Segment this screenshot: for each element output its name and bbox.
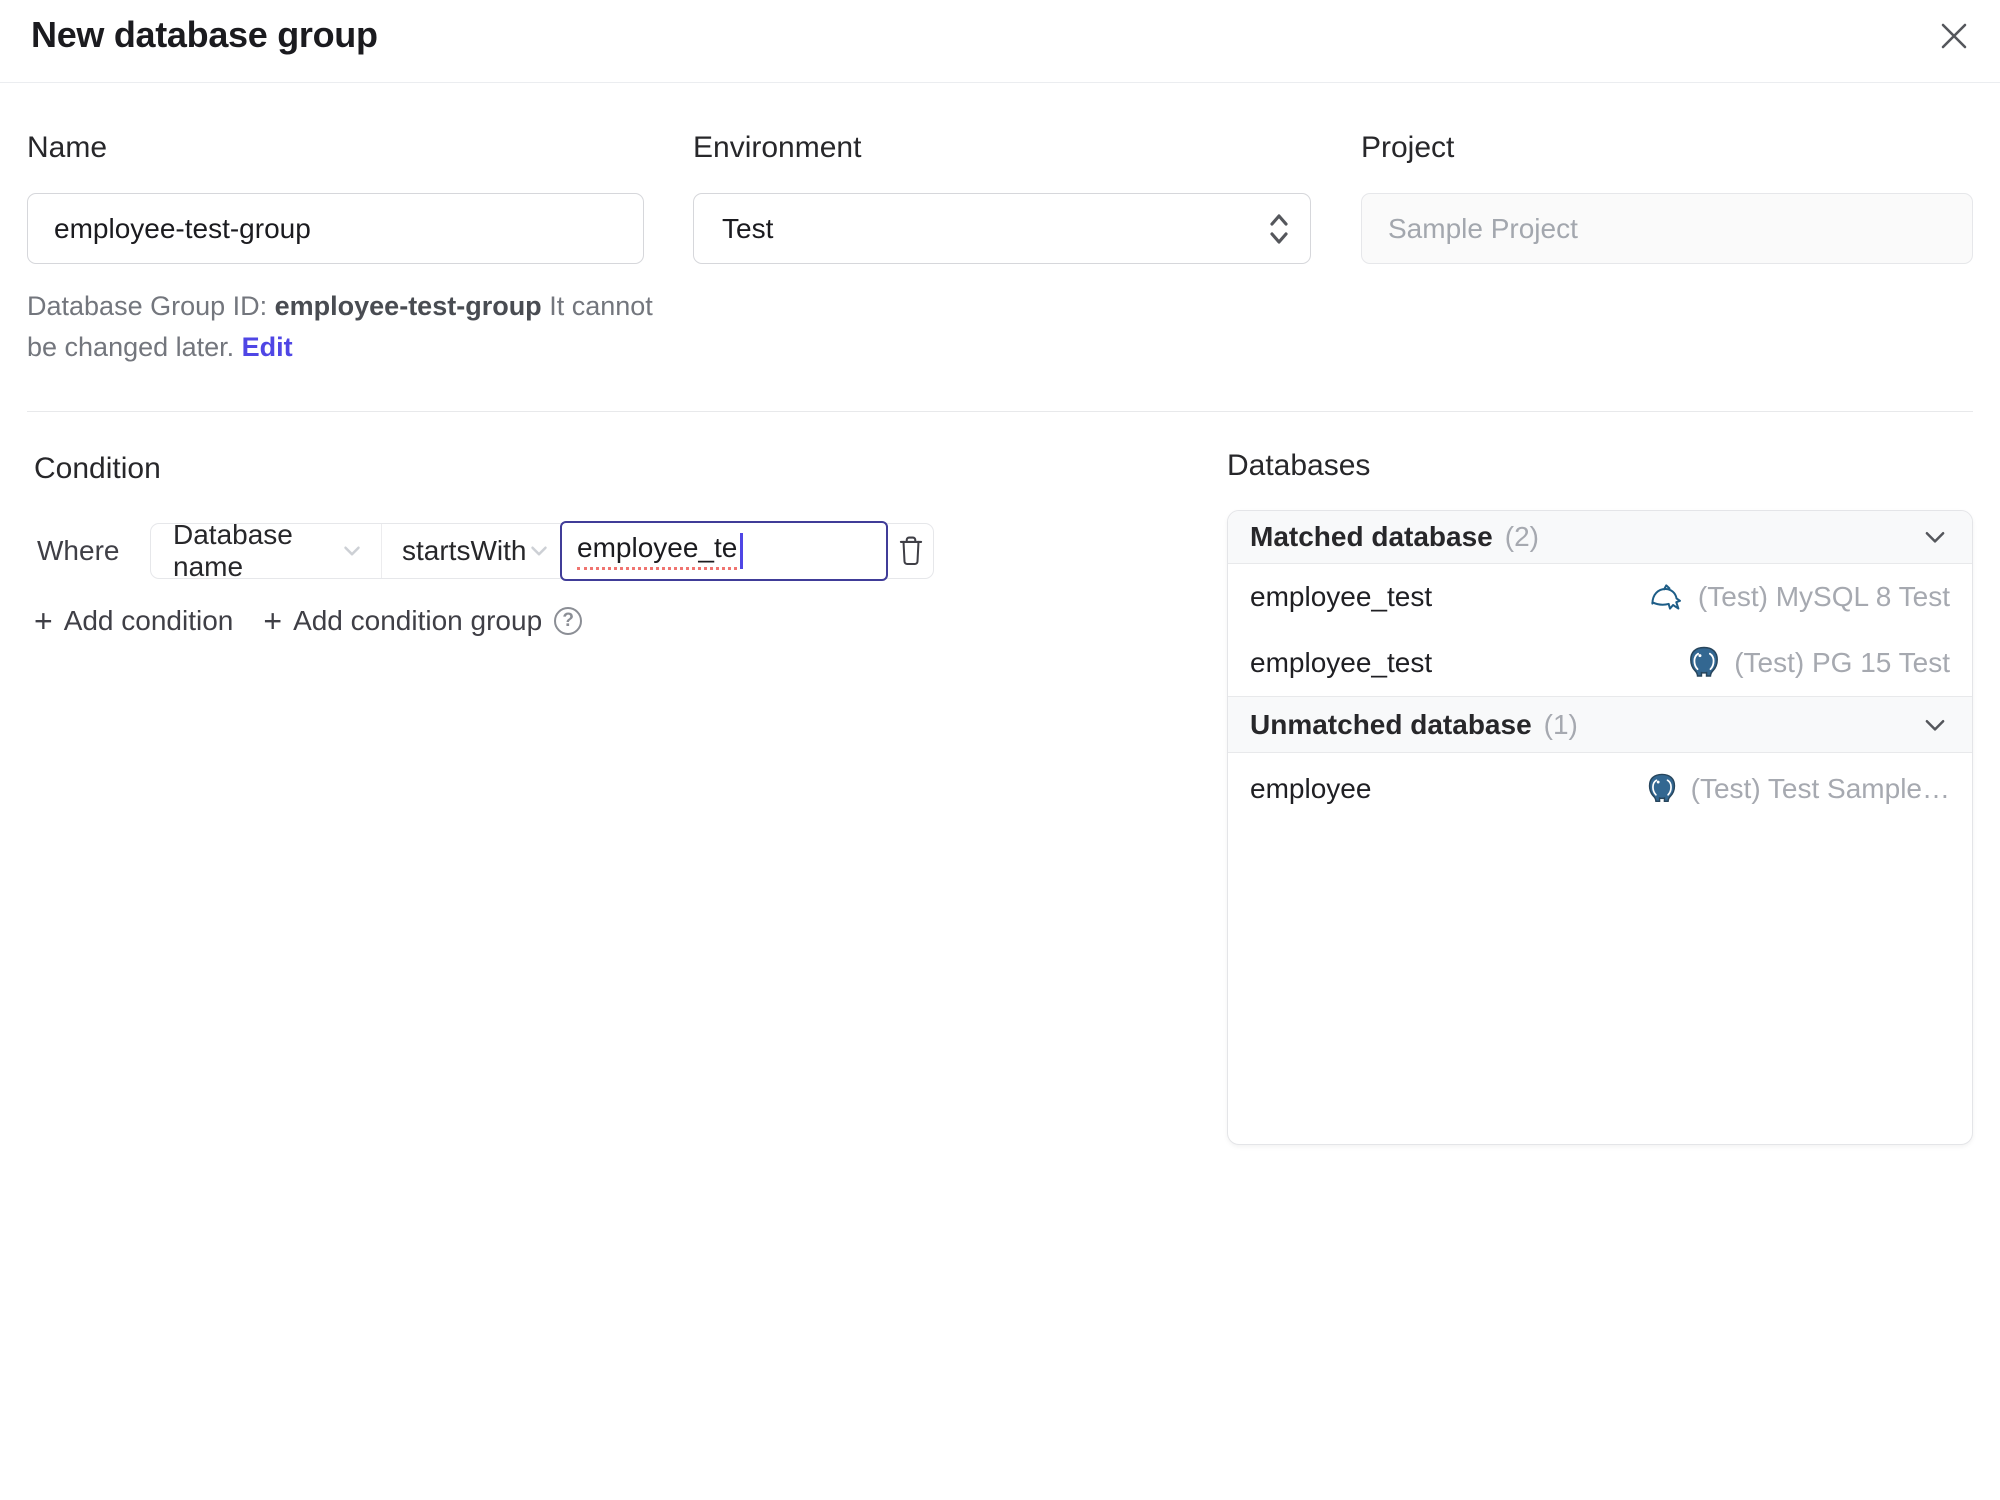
condition-expression-group: Database name startsWith employee_te bbox=[150, 519, 934, 582]
database-name: employee bbox=[1250, 773, 1372, 804]
chevron-down-icon bbox=[526, 538, 552, 564]
project-label: Project bbox=[1361, 131, 1455, 164]
name-input[interactable] bbox=[27, 193, 644, 264]
unmatched-database-row: employee (Test) Test Sample… bbox=[1228, 753, 1972, 825]
close-button[interactable] bbox=[1932, 14, 1976, 58]
matched-database-count: (2) bbox=[1504, 521, 1539, 552]
condition-actions: + Add condition + Add condition group ? bbox=[34, 601, 583, 641]
condition-value-input[interactable]: employee_te bbox=[560, 521, 888, 581]
chevron-down-icon bbox=[1920, 710, 1950, 740]
instance-label: (Test) PG 15 Test bbox=[1734, 647, 1950, 678]
environment-select[interactable]: Test bbox=[693, 193, 1311, 264]
condition-row: Where Database name startsWith employee_… bbox=[37, 519, 934, 582]
database-name: employee_test bbox=[1250, 581, 1433, 612]
trash-icon bbox=[896, 535, 926, 567]
condition-operator-value: startsWith bbox=[402, 535, 527, 566]
dialog-header: New database group bbox=[0, 0, 2000, 83]
condition-field-value: Database name bbox=[173, 519, 293, 582]
matched-database-title: Matched database bbox=[1250, 521, 1493, 552]
instance-info: (Test) MySQL 8 Test bbox=[1646, 581, 1950, 613]
close-icon bbox=[1939, 21, 1969, 51]
plus-icon: + bbox=[263, 603, 283, 639]
instance-info: (Test) Test Sample… bbox=[1645, 771, 1950, 807]
condition-field-select[interactable]: Database name bbox=[151, 519, 382, 582]
text-cursor bbox=[740, 533, 744, 569]
condition-operator-select[interactable]: startsWith bbox=[382, 524, 560, 578]
instance-label: (Test) Test Sample… bbox=[1690, 773, 1950, 804]
postgres-icon bbox=[1686, 644, 1722, 682]
database-group-id-help: Database Group ID: employee-test-group I… bbox=[27, 286, 672, 368]
select-stepper-icon bbox=[1266, 211, 1292, 247]
dialog-title: New database group bbox=[31, 14, 378, 55]
add-condition-group-button[interactable]: + Add condition group bbox=[263, 605, 542, 637]
help-icon[interactable]: ? bbox=[554, 607, 583, 635]
chevron-down-icon bbox=[339, 538, 365, 564]
instance-label: (Test) MySQL 8 Test bbox=[1697, 581, 1950, 612]
project-input bbox=[1361, 193, 1973, 264]
add-condition-group-label: Add condition group bbox=[293, 605, 543, 636]
matched-database-row: employee_test (Test) PG 15 Test bbox=[1228, 630, 1972, 696]
section-divider bbox=[27, 411, 1973, 412]
where-label: Where bbox=[37, 535, 120, 566]
matched-database-row: employee_test (Test) MySQL 8 Test bbox=[1228, 564, 1972, 630]
mysql-icon bbox=[1646, 581, 1686, 613]
id-help-value: employee-test-group bbox=[274, 291, 542, 321]
delete-condition-button[interactable] bbox=[888, 524, 933, 578]
postgres-icon bbox=[1645, 771, 1679, 807]
database-name: employee_test bbox=[1250, 647, 1433, 678]
name-label: Name bbox=[27, 131, 108, 164]
unmatched-database-title: Unmatched database bbox=[1250, 708, 1532, 740]
edit-id-link[interactable]: Edit bbox=[242, 332, 293, 362]
environment-label: Environment bbox=[693, 131, 862, 164]
unmatched-database-count: (1) bbox=[1543, 708, 1578, 740]
matched-database-header[interactable]: Matched database (2) bbox=[1228, 511, 1972, 564]
condition-value-text: employee_te bbox=[577, 532, 738, 570]
project-field-group: Project bbox=[1361, 131, 1973, 264]
environment-selected-value: Test bbox=[722, 212, 774, 244]
name-field-group: Name Database Group ID: employee-test-gr… bbox=[27, 131, 653, 368]
condition-heading: Condition bbox=[34, 452, 161, 485]
unmatched-database-header[interactable]: Unmatched database (1) bbox=[1228, 696, 1972, 753]
new-database-group-dialog: New database group Name Database Group I… bbox=[0, 0, 2000, 1500]
id-help-prefix: Database Group ID: bbox=[27, 291, 275, 321]
plus-icon: + bbox=[34, 603, 53, 639]
instance-info: (Test) PG 15 Test bbox=[1686, 644, 1950, 682]
environment-field-group: Environment Test bbox=[693, 131, 1311, 264]
add-condition-button[interactable]: + Add condition bbox=[34, 605, 233, 637]
databases-panel: Matched database (2) employee_test (Test… bbox=[1227, 510, 1973, 1145]
databases-heading: Databases bbox=[1227, 449, 1371, 482]
chevron-down-icon bbox=[1920, 522, 1950, 552]
add-condition-label: Add condition bbox=[63, 605, 234, 636]
